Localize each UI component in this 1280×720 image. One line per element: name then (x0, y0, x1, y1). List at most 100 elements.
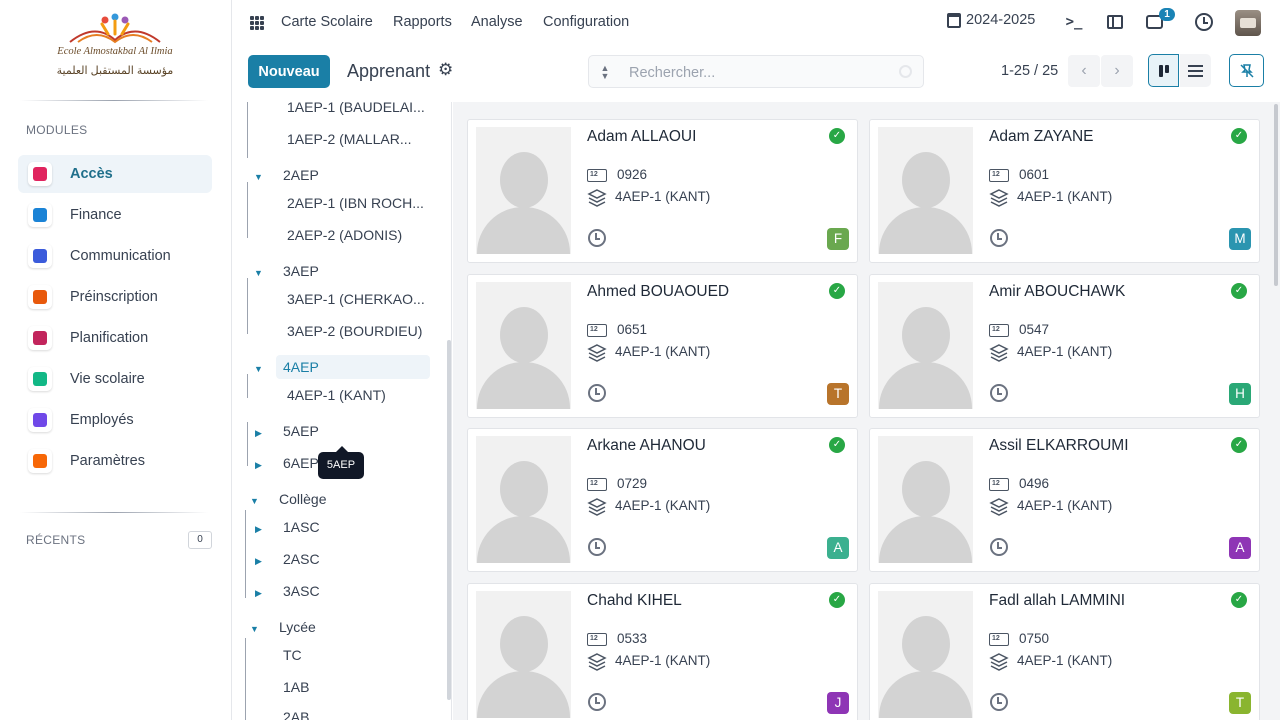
caret-right-icon[interactable]: ▶ (255, 428, 262, 439)
planification-icon (28, 326, 52, 350)
caret-down-icon[interactable]: ▼ (250, 624, 259, 634)
tree-item[interactable]: 5AEP (283, 423, 319, 439)
module-item[interactable]: Vie scolaire (18, 360, 212, 398)
caret-down-icon[interactable]: ▼ (254, 364, 263, 374)
module-item[interactable]: Planification (18, 319, 212, 357)
activity-clock-icon[interactable] (990, 229, 1008, 247)
menu-configuration[interactable]: Configuration (543, 14, 629, 30)
tree-item[interactable]: 1AB (283, 679, 309, 695)
module-item[interactable]: Communication (18, 237, 212, 275)
layers-icon (989, 498, 1009, 516)
side-panel-icon[interactable] (1105, 12, 1125, 32)
student-card[interactable]: Adam ALLAOUI ✓ 12 0926 4AEP-1 (KANT) F (467, 119, 858, 263)
search-icon[interactable] (899, 65, 912, 78)
menu-rapports[interactable]: Rapports (393, 14, 452, 30)
student-card[interactable]: Arkane AHANOU ✓ 12 0729 4AEP-1 (KANT) A (467, 428, 858, 572)
tree-item[interactable]: Lycée (279, 619, 316, 635)
tree-item[interactable]: 2AEP-2 (ADONIS) (287, 227, 402, 243)
activity-clock-icon[interactable] (990, 383, 1008, 402)
responsible-avatar-badge[interactable]: A (827, 537, 849, 559)
responsible-avatar-badge[interactable]: T (1229, 691, 1251, 714)
menu-carte-scolaire[interactable]: Carte Scolaire (281, 14, 373, 30)
tree-item[interactable]: 3AEP-2 (BOURDIEU) (287, 323, 422, 339)
page-title: Apprenant (347, 61, 431, 81)
activity-clock-icon[interactable] (588, 538, 606, 556)
tree-item[interactable]: 1AEP-1 (BAUDELAI... (287, 102, 425, 115)
pager-value[interactable]: 1-25 / 25 (1001, 63, 1058, 79)
tree-item[interactable]: Collège (279, 491, 326, 507)
student-card[interactable]: Fadl allah LAMMINI ✓ 12 0750 4AEP-1 (KANT) T (869, 582, 1260, 720)
responsible-avatar-badge[interactable]: F (827, 228, 849, 250)
activity-clock-icon[interactable] (990, 692, 1008, 711)
activity-clock-icon[interactable] (588, 692, 606, 711)
tree-item[interactable]: 2AEP-1 (IBN ROCH... (287, 195, 424, 211)
search-panel-toggle-icon[interactable]: ▲ ▼ (599, 64, 611, 81)
activity-clock-icon[interactable] (990, 538, 1008, 556)
messages-badge: 1 (1159, 8, 1175, 21)
tree-item[interactable]: 3AEP-1 (CHERKAO... (287, 291, 425, 307)
student-name: Assil ELKARROUMI (989, 437, 1129, 454)
tree-item-selected[interactable]: 4AEP (276, 355, 430, 379)
caret-right-icon[interactable]: ▶ (255, 588, 262, 599)
student-card[interactable]: Adam ZAYANE ✓ 12 0601 4AEP-1 (KANT) M (869, 119, 1260, 263)
responsible-avatar-badge[interactable]: T (827, 382, 849, 405)
tree-item[interactable]: 1ASC (283, 519, 320, 535)
tree-item[interactable]: 3ASC (283, 583, 320, 599)
menu-analyse[interactable]: Analyse (471, 14, 523, 30)
module-item[interactable]: Préinscription (18, 278, 212, 316)
pager-next-button[interactable]: › (1101, 55, 1133, 87)
module-item[interactable]: Accès (18, 155, 212, 193)
check-circle-icon: ✓ (829, 282, 845, 299)
tree-item[interactable]: 2AEP (283, 167, 319, 183)
user-avatar[interactable] (1235, 10, 1261, 36)
tree-item[interactable]: 2AB (283, 709, 309, 720)
tree-item[interactable]: 6AEP (283, 455, 319, 471)
terminal-icon[interactable]: >_ (1064, 12, 1084, 32)
school-logo[interactable]: Ecole Almostakbal Al Ilmia مؤسسة المستقب… (50, 12, 180, 86)
id-card-icon: 12 (989, 632, 1009, 646)
kanban-view-button[interactable] (1148, 54, 1179, 87)
module-item[interactable]: Paramètres (18, 442, 212, 480)
student-card[interactable]: Amir ABOUCHAWK ✓ 12 0547 4AEP-1 (KANT) H (869, 273, 1260, 418)
caret-right-icon[interactable]: ▶ (255, 556, 262, 567)
tree-item[interactable]: TC (283, 647, 302, 663)
kanban-scrollbar[interactable] (1274, 104, 1278, 286)
activity-clock-icon[interactable] (588, 229, 606, 247)
student-card[interactable]: Chahd KIHEL ✓ 12 0533 4AEP-1 (KANT) J (467, 582, 858, 720)
tree-item[interactable]: 1AEP-2 (MALLAR... (287, 131, 412, 147)
school-year-selector[interactable]: 2024-2025 (947, 12, 1035, 28)
module-item[interactable]: Finance (18, 196, 212, 234)
caret-right-icon[interactable]: ▶ (255, 460, 262, 471)
activity-clock-icon[interactable] (1194, 12, 1214, 32)
tree-item[interactable]: 4AEP-1 (KANT) (287, 387, 386, 403)
search-input[interactable] (629, 63, 889, 83)
new-button[interactable]: Nouveau (248, 55, 330, 88)
layers-icon (587, 343, 607, 362)
responsible-avatar-badge[interactable]: H (1229, 382, 1251, 405)
student-card[interactable]: Assil ELKARROUMI ✓ 12 0496 4AEP-1 (KANT) A (869, 428, 1260, 572)
tree-guide (247, 374, 248, 398)
apps-menu-icon[interactable] (250, 16, 264, 30)
student-photo-placeholder (476, 590, 571, 718)
caret-down-icon[interactable]: ▼ (254, 268, 263, 278)
filter-panel-button[interactable] (1229, 54, 1264, 87)
gear-icon[interactable]: ⚙ (438, 61, 454, 78)
student-class: 4AEP-1 (KANT) (1017, 189, 1113, 204)
list-view-button[interactable] (1180, 54, 1211, 87)
caret-down-icon[interactable]: ▼ (254, 172, 263, 182)
tree-item[interactable]: 3AEP (283, 263, 319, 279)
id-card-icon: 12 (989, 478, 1009, 491)
tree-scrollbar[interactable] (447, 340, 451, 700)
module-item[interactable]: Employés (18, 401, 212, 439)
tree-guide (247, 102, 248, 158)
responsible-avatar-badge[interactable]: J (827, 691, 849, 714)
student-card[interactable]: Ahmed BOUAOUED ✓ 12 0651 4AEP-1 (KANT) T (467, 273, 858, 418)
pager-previous-button[interactable]: ‹ (1068, 55, 1100, 87)
activity-clock-icon[interactable] (588, 383, 606, 402)
responsible-avatar-badge[interactable]: M (1229, 228, 1251, 250)
tree-item[interactable]: 2ASC (283, 551, 320, 567)
caret-down-icon[interactable]: ▼ (250, 496, 259, 506)
caret-right-icon[interactable]: ▶ (255, 524, 262, 535)
module-label: Communication (70, 248, 171, 264)
responsible-avatar-badge[interactable]: A (1229, 537, 1251, 559)
